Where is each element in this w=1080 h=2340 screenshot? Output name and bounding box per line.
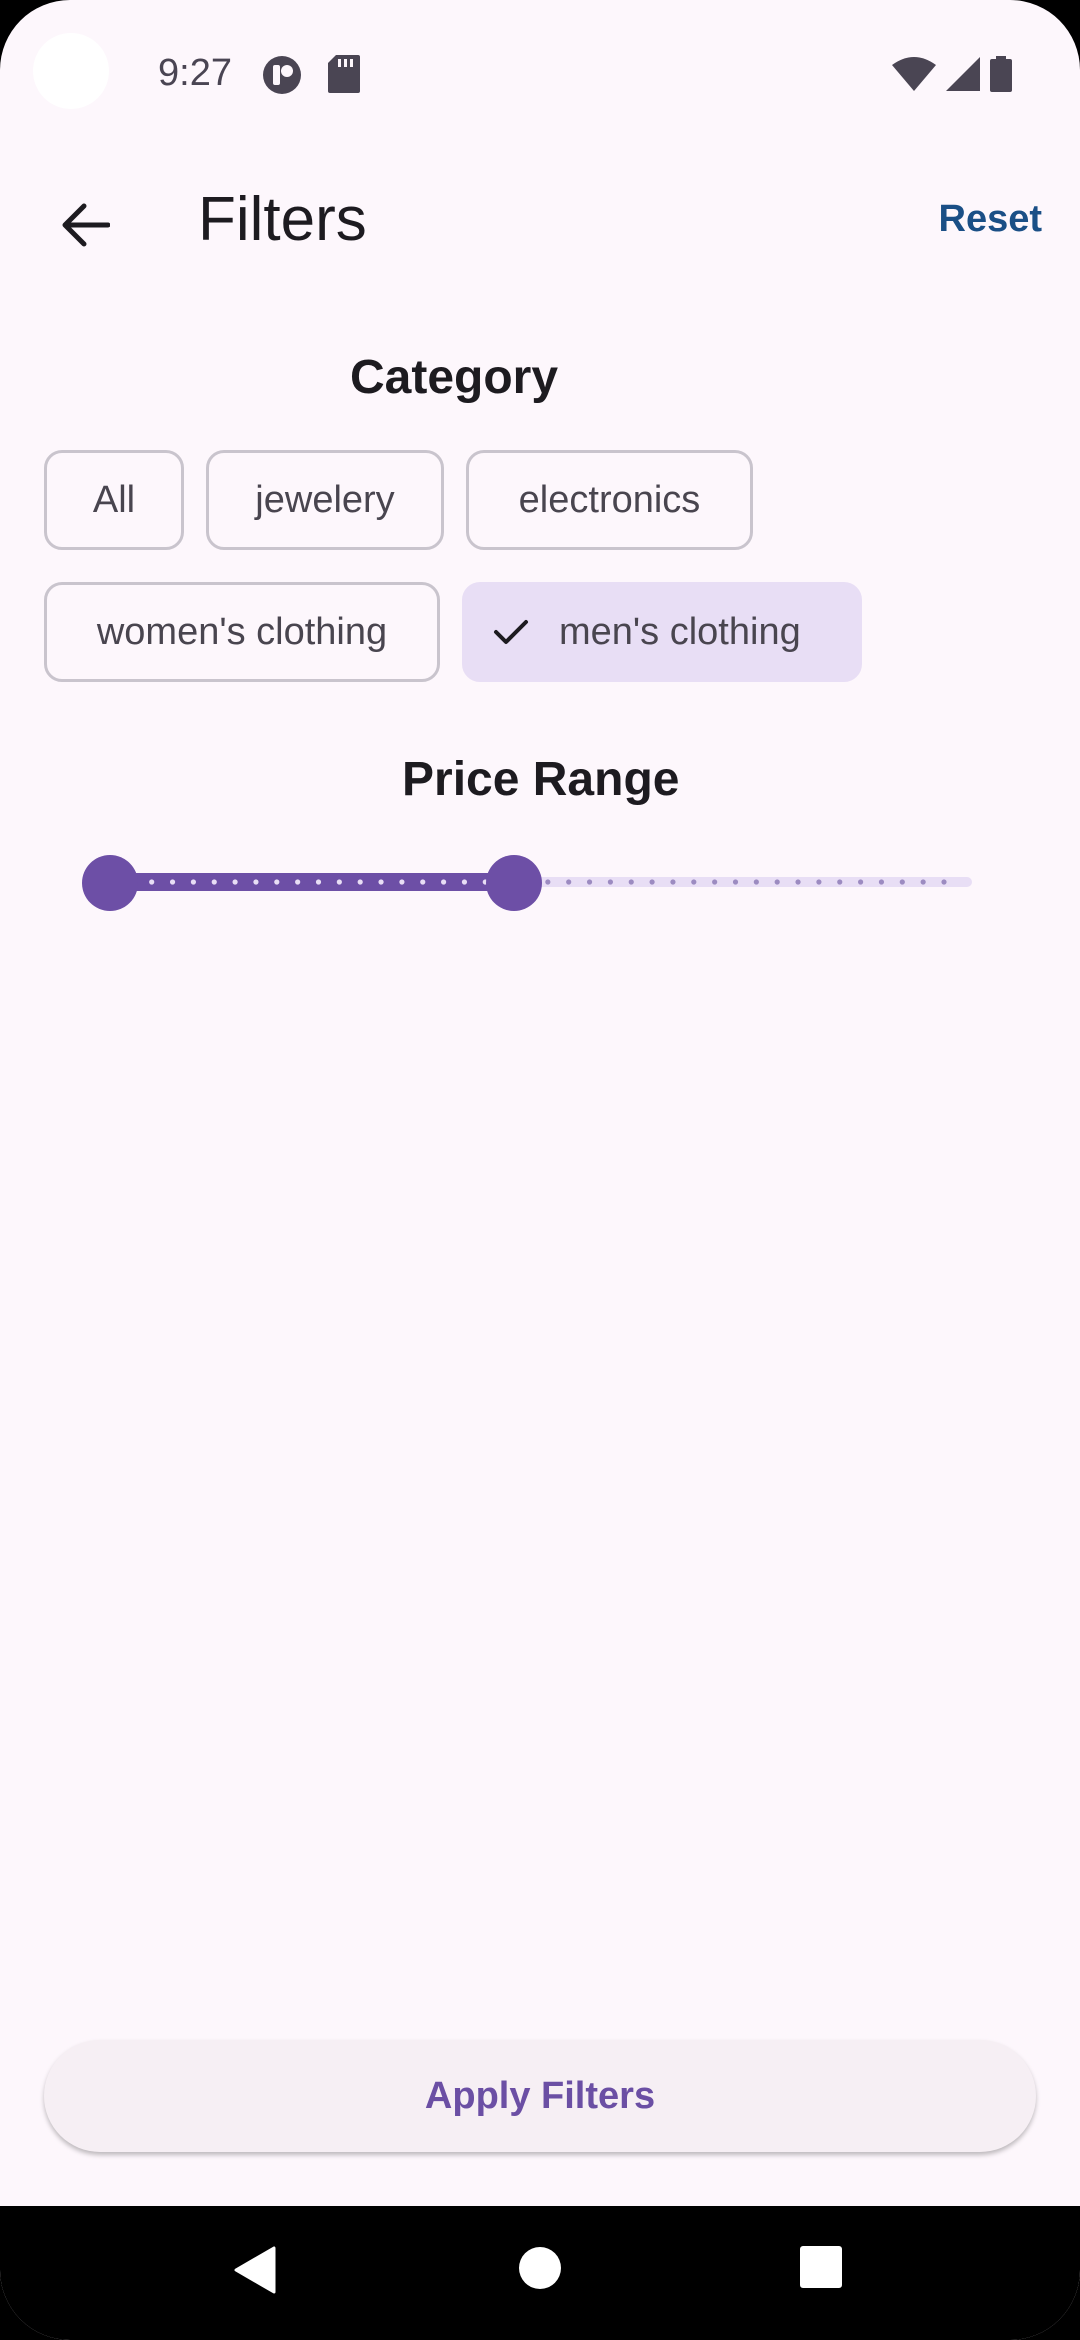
slider-thumb-max[interactable] [486, 855, 543, 911]
category-title: Category [350, 351, 559, 404]
camera-cutout [33, 33, 109, 109]
slider-step-dot [816, 879, 822, 885]
slider-step-dot [732, 879, 739, 885]
chip-label: men's clothing [559, 610, 801, 653]
slider-step-dot [315, 879, 322, 885]
slider-step-dot [211, 879, 217, 885]
slider-step-dot [628, 879, 634, 885]
slider-step-dot [566, 879, 572, 885]
battery-icon [990, 56, 1012, 97]
slider-step-dot [837, 879, 843, 885]
chip-label: jewelery [255, 478, 395, 521]
sd-card-icon [328, 55, 360, 98]
signal-icon [946, 57, 980, 96]
chip-electronics[interactable]: electronics [466, 450, 753, 550]
slider-step-dot [712, 879, 718, 885]
check-icon [493, 618, 529, 646]
slider-step-dot [420, 879, 426, 885]
back-triangle-icon[interactable] [234, 2246, 276, 2294]
app-notification-icon [262, 55, 302, 100]
slider-step-dot [878, 879, 885, 885]
slider-step-dot [774, 879, 780, 885]
slider-step-dot [691, 879, 697, 885]
apply-filters-label: Apply Filters [424, 2074, 656, 2117]
slider-step-dot [607, 879, 614, 885]
slider-step-dot [336, 879, 342, 885]
chip-jewelery[interactable]: jewelery [206, 450, 444, 550]
slider-step-dot [461, 879, 468, 885]
status-right-icons [892, 56, 1012, 97]
price-range-slider[interactable] [82, 852, 972, 912]
chip-womens-clothing[interactable]: women's clothing [44, 582, 440, 682]
slider-step-dot [858, 879, 864, 885]
chip-all[interactable]: All [44, 450, 184, 550]
slider-thumb-min[interactable] [82, 855, 138, 911]
slider-step-dot [190, 879, 196, 885]
slider-step-dot [149, 879, 155, 885]
wifi-icon [892, 57, 936, 96]
slider-step-dot [670, 879, 676, 885]
back-button[interactable] [40, 182, 130, 272]
slider-step-dot [232, 879, 238, 885]
app-bar: Filters Reset [0, 170, 1080, 280]
slider-step-dot [378, 879, 384, 885]
slider-step-dot [295, 879, 301, 885]
slider-step-dot [586, 879, 593, 885]
slider-step-dot [920, 879, 926, 885]
slider-step-dot [649, 879, 655, 885]
slider-step-dot [753, 879, 759, 885]
status-time: 9:27 [158, 52, 232, 94]
slider-step-dot [899, 879, 905, 885]
apply-filters-button[interactable]: Apply Filters [44, 2040, 1036, 2152]
slider-step-dot [941, 879, 947, 885]
chip-mens-clothing[interactable]: men's clothing [462, 582, 862, 682]
slider-step-dot [441, 879, 447, 885]
status-bar: 9:27 [0, 0, 1080, 150]
page-title: Filters [198, 185, 367, 254]
chip-label: All [92, 478, 136, 521]
chip-label: electronics [518, 478, 701, 521]
arrow-back-icon [60, 203, 111, 252]
price-range-title: Price Range [402, 753, 680, 806]
recents-square-icon[interactable] [800, 2246, 842, 2288]
slider-step-dot [253, 879, 259, 885]
slider-step-dot [795, 879, 801, 885]
system-nav-bar [0, 2206, 1080, 2340]
slider-step-dot [357, 879, 363, 885]
slider-step-dot [274, 879, 280, 885]
home-circle-icon[interactable] [518, 2246, 562, 2290]
slider-step-dot [545, 879, 551, 885]
slider-step-dot [399, 879, 405, 885]
screen: 9:27 Filters Reset Category All jewelery… [0, 0, 1080, 2340]
slider-step-dot [169, 879, 176, 885]
reset-button[interactable]: Reset [939, 198, 1043, 241]
chip-label: women's clothing [96, 610, 388, 653]
